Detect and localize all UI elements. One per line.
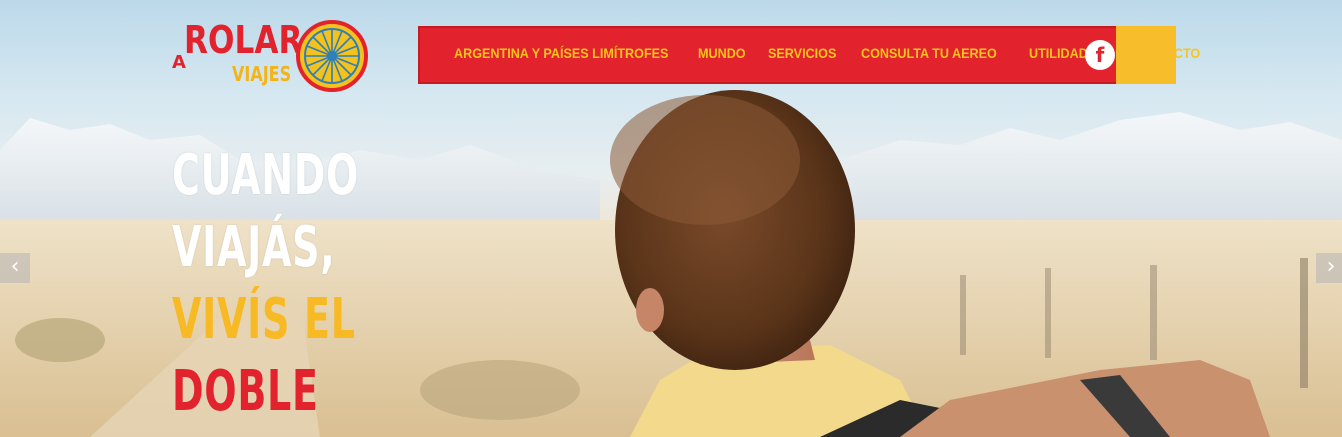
logo-word-rolar: ROLAR (184, 18, 303, 62)
headline-line-4: DOBLE (172, 359, 319, 424)
main-navigation: ARGENTINA Y PAÍSES LIMÍTROFES MUNDO SERV… (418, 26, 1200, 84)
headline-line-2: VIAJÁS, (172, 215, 336, 280)
slider-prev-arrow-icon[interactable]: ‹ (0, 253, 30, 283)
nav-item-argentina[interactable]: ARGENTINA Y PAÍSES LIMÍTROFES (454, 45, 668, 61)
facebook-icon[interactable]: f (1085, 40, 1115, 70)
headline-line-3: VIVÍS EL (172, 287, 356, 352)
site-logo[interactable]: A ROLAR VIAJES (168, 16, 373, 96)
hero-headline: CUANDO VIAJÁS, VIVÍS EL DOBLE (172, 140, 362, 428)
bicycle-wheel-icon (296, 20, 368, 92)
nav-accent-block (1116, 26, 1176, 84)
headline-line-1: CUANDO (172, 143, 360, 208)
logo-word-viajes: VIAJES (232, 62, 292, 86)
slider-next-arrow-icon[interactable]: › (1316, 253, 1342, 283)
nav-item-mundo[interactable]: MUNDO (698, 45, 746, 61)
nav-item-servicios[interactable]: SERVICIOS (768, 45, 836, 61)
nav-item-consulta-aereo[interactable]: CONSULTA TU AEREO (861, 45, 997, 61)
